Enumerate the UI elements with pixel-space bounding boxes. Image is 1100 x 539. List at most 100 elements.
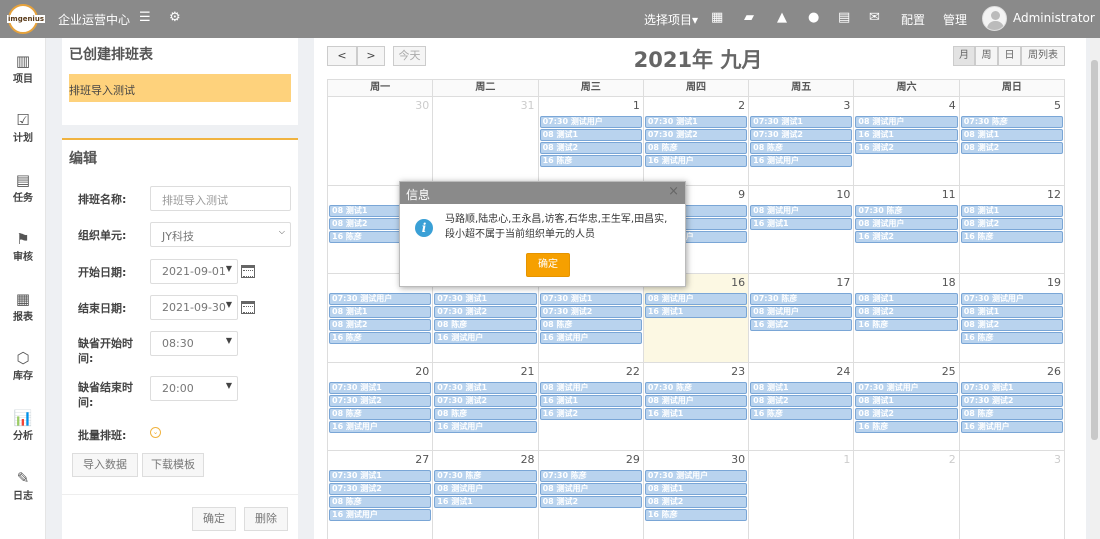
day-cell[interactable]: 24 08 测试1 08 测试2 16 陈彦 — [749, 362, 855, 452]
scrollbar-thumb[interactable] — [1091, 60, 1098, 440]
delete-button[interactable]: 删除 — [244, 507, 288, 531]
today-button[interactable]: 今天 — [393, 46, 426, 66]
day-cell[interactable]: 26 07:30 测试1 07:30 测试2 08 陈彦 16 测试用户 — [959, 362, 1065, 452]
calendar-event[interactable]: 08 测试2 — [960, 142, 1063, 154]
calendar-event[interactable]: 16 测试1 — [434, 496, 537, 509]
avatar[interactable] — [982, 6, 1007, 31]
day-cell[interactable]: 19 07:30 测试用户 08 测试1 08 测试2 16 陈彦 — [959, 274, 1065, 363]
user-icon[interactable]: ● — [808, 10, 819, 25]
day-cell[interactable]: 11 07:30 陈彦 08 测试用户 16 测试2 — [854, 185, 960, 275]
manage-link[interactable]: 管理 — [943, 11, 967, 28]
calendar-event[interactable]: 07:30 测试1 — [539, 293, 642, 306]
calendar-event[interactable]: 07:30 测试2 — [750, 129, 853, 141]
calendar-event[interactable]: 16 测试1 — [644, 407, 748, 420]
ok-button[interactable]: 确定 — [526, 253, 570, 277]
calendar-event[interactable]: 08 测试2 — [960, 217, 1063, 230]
day-cell[interactable]: 16 08 测试用户 16 测试1 — [643, 274, 750, 363]
end-date-select[interactable]: 2021-09-30 ▼ — [150, 295, 238, 320]
day-cell[interactable]: 2 07:30 测试1 07:30 测试2 08 陈彦 16 测试用户 — [643, 97, 750, 186]
calendar-event[interactable]: 16 陈彦 — [644, 509, 748, 522]
day-cell[interactable]: 29 07:30 陈彦 08 测试用户 08 测试2 — [538, 451, 644, 539]
calendar-event[interactable]: 07:30 测试1 — [329, 381, 432, 394]
calendar-event[interactable]: 08 陈彦 — [329, 496, 432, 509]
calendar-event[interactable]: 16 陈彦 — [855, 319, 958, 332]
day-cell[interactable]: 5 07:30 陈彦 08 测试1 08 测试2 — [959, 97, 1065, 186]
confirm-button[interactable]: 确定 — [192, 507, 236, 531]
calendar-event[interactable]: 16 测试2 — [855, 230, 958, 243]
close-icon[interactable]: × — [668, 184, 679, 199]
calendar-event[interactable]: 07:30 陈彦 — [644, 381, 748, 394]
calendar-icon[interactable]: ▤ — [838, 10, 850, 25]
calendar-event[interactable]: 16 陈彦 — [539, 155, 642, 167]
day-cell[interactable]: 1507:30 测试107:30 测试208 陈彦16 测试用户 — [538, 274, 644, 363]
calendar-event[interactable]: 08 测试1 — [960, 204, 1063, 217]
nav-item-plan[interactable]: ☑ 计划 — [0, 111, 46, 144]
day-cell[interactable]: 30 — [328, 97, 434, 186]
schedule-item[interactable]: 排班导入测试 — [69, 74, 291, 102]
calendar-event[interactable]: 08 测试用户 — [539, 483, 642, 496]
calendar-event[interactable]: 08 测试用户 — [644, 394, 748, 407]
calendar-event[interactable]: 16 测试用户 — [434, 420, 537, 433]
user-name[interactable]: Administrator — [1013, 11, 1095, 25]
calendar-event[interactable]: 16 陈彦 — [960, 332, 1063, 345]
calendar-event[interactable]: 16 测试用户 — [434, 332, 537, 345]
calendar-event[interactable]: 08 测试2 — [329, 319, 432, 332]
nav-item-log[interactable]: ✎ 日志 — [0, 469, 46, 502]
nav-item-report[interactable]: ▦ 报表 — [0, 290, 46, 323]
calendar-event[interactable]: 16 测试用户 — [644, 155, 748, 167]
calendar-event[interactable]: 16 测试1 — [750, 217, 853, 230]
calendar-event[interactable]: 07:30 陈彦 — [434, 470, 537, 483]
calendar-event[interactable]: 08 陈彦 — [539, 319, 642, 332]
day-cell[interactable]: 31 — [433, 97, 539, 186]
calendar-event[interactable]: 08 测试1 — [750, 381, 853, 394]
calendar-event[interactable]: 07:30 测试2 — [434, 306, 537, 319]
calendar-event[interactable]: 16 陈彦 — [750, 407, 853, 420]
calendar-event[interactable]: 07:30 测试1 — [434, 293, 537, 306]
calendar-event[interactable]: 07:30 陈彦 — [750, 293, 853, 306]
menu-icon[interactable]: ☰ — [139, 10, 151, 25]
calendar-event[interactable]: 08 测试2 — [855, 407, 958, 420]
calendar-event[interactable]: 08 测试1 — [960, 129, 1063, 141]
day-cell[interactable]: 30 07:30 测试用户 08 测试1 08 测试2 16 陈彦 — [643, 451, 750, 539]
schedule-name-input[interactable]: 排班导入测试 — [150, 186, 291, 211]
import-data-button[interactable]: 导入数据 — [72, 453, 138, 477]
day-cell[interactable]: 17 07:30 陈彦 08 测试用户 16 测试2 — [749, 274, 855, 363]
calendar-event[interactable]: 08 测试2 — [644, 496, 748, 509]
calendar-event[interactable]: 08 测试2 — [539, 496, 642, 509]
calendar-event[interactable]: 08 测试用户 — [644, 293, 748, 306]
calendar-event[interactable]: 07:30 测试2 — [434, 394, 537, 407]
calendar-event[interactable]: 07:30 测试用户 — [329, 293, 432, 306]
config-link[interactable]: 配置 — [901, 11, 925, 28]
day-cell[interactable]: 1 — [749, 451, 855, 539]
calendar-event[interactable]: 08 测试2 — [855, 306, 958, 319]
calendar-event[interactable]: 07:30 测试1 — [329, 470, 432, 483]
calendar-event[interactable]: 08 测试2 — [539, 142, 642, 154]
start-date-select[interactable]: 2021-09-01 ▼ — [150, 259, 238, 284]
day-cell[interactable]: 27 07:30 测试1 07:30 测试2 08 陈彦 16 测试用户 — [328, 451, 434, 539]
calendar-event[interactable]: 08 测试1 — [960, 306, 1063, 319]
day-cell[interactable]: 18 08 测试1 08 测试2 16 陈彦 — [854, 274, 960, 363]
grid-icon[interactable]: ▦ — [711, 10, 723, 25]
calendar-event[interactable]: 16 测试用户 — [750, 155, 853, 167]
calendar-event[interactable]: 08 测试1 — [855, 394, 958, 407]
calendar-event[interactable]: 07:30 测试用户 — [855, 381, 958, 394]
project-select[interactable]: 选择项目▾ — [644, 11, 698, 28]
day-cell[interactable]: 4 08 测试用户 16 测试1 16 测试2 — [854, 97, 960, 186]
building-icon[interactable]: ▲ — [777, 10, 787, 25]
calendar-event[interactable]: 07:30 测试1 — [644, 116, 748, 128]
calendar-event[interactable]: 08 测试用户 — [855, 217, 958, 230]
download-template-button[interactable]: 下载模板 — [142, 453, 204, 477]
calendar-event[interactable]: 16 测试用户 — [329, 420, 432, 433]
calendar-event[interactable]: 07:30 陈彦 — [855, 204, 958, 217]
calendar-event[interactable]: 07:30 测试用户 — [644, 470, 748, 483]
view-day-button[interactable]: 日 — [998, 46, 1021, 66]
calendar-event[interactable]: 16 测试2 — [750, 319, 853, 332]
day-cell[interactable]: 10 08 测试用户 16 测试1 — [749, 185, 855, 275]
calendar-event[interactable]: 08 测试用户 — [855, 116, 958, 128]
calendar-event[interactable]: 08 陈彦 — [644, 142, 748, 154]
calendar-event[interactable]: 16 陈彦 — [960, 230, 1063, 243]
day-cell[interactable]: 20 07:30 测试1 07:30 测试2 08 陈彦 16 测试用户 — [328, 362, 434, 452]
calendar-event[interactable]: 07:30 陈彦 — [960, 116, 1063, 128]
calendar-event[interactable]: 08 陈彦 — [329, 407, 432, 420]
calendar-event[interactable]: 07:30 测试2 — [329, 483, 432, 496]
